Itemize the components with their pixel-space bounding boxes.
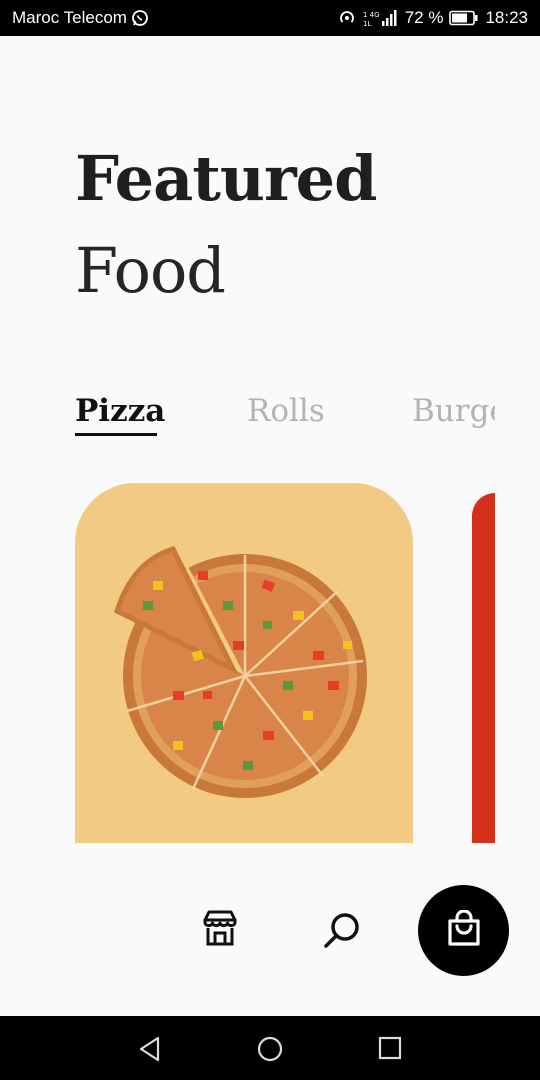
svg-text:1L: 1L	[363, 20, 371, 27]
battery-icon	[449, 10, 479, 26]
home-icon[interactable]	[257, 1036, 283, 1066]
tab-burgers[interactable]: Burge	[412, 392, 495, 430]
food-card-next[interactable]	[472, 493, 495, 843]
cart-button[interactable]	[418, 885, 509, 976]
battery-percent: 72 %	[404, 8, 444, 27]
clock: 18:23	[485, 8, 528, 27]
shopping-bag-icon	[446, 908, 482, 952]
recents-icon[interactable]	[378, 1036, 402, 1064]
tab-pizza[interactable]: Pizza	[75, 392, 165, 430]
pizza-image	[113, 546, 367, 798]
page-title-line1: Featured	[75, 142, 377, 215]
food-card-pizza[interactable]	[75, 483, 413, 843]
svg-text:1 4G: 1 4G	[363, 11, 380, 19]
signal-icon: 1 4G 1L	[363, 9, 399, 27]
search-icon[interactable]	[322, 910, 362, 954]
hotspot-icon	[337, 9, 357, 27]
status-bar: Maroc Telecom 1 4G 1L 72 % 18:23	[0, 0, 540, 36]
store-icon[interactable]	[200, 908, 240, 952]
system-nav-bar	[0, 1016, 540, 1080]
whatsapp-icon	[131, 9, 149, 27]
back-icon[interactable]	[138, 1036, 162, 1066]
carrier-name: Maroc Telecom	[12, 8, 127, 27]
active-tab-indicator	[75, 433, 157, 436]
tab-rolls[interactable]: Rolls	[247, 392, 325, 430]
page-title-line2: Food	[75, 234, 226, 307]
